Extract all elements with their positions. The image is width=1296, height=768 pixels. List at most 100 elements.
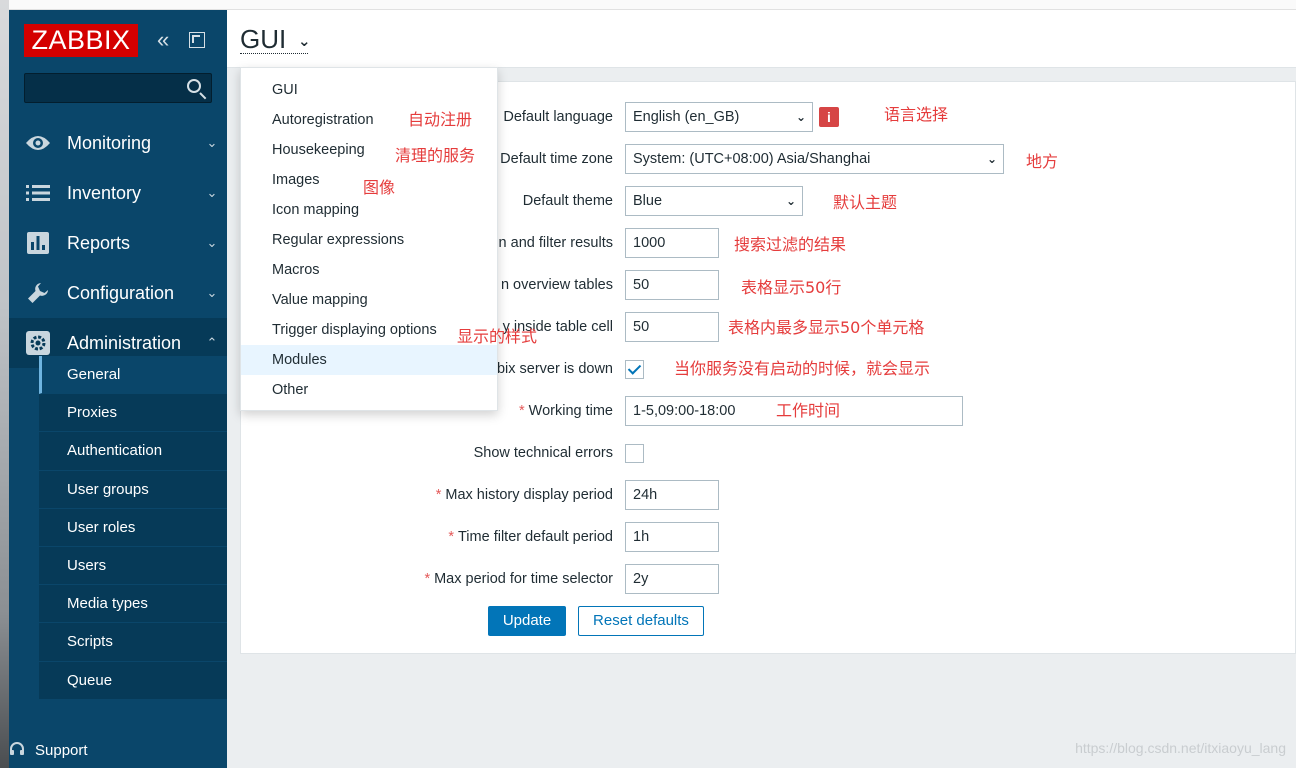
sidebar: ZABBIX « Monitoring ⌄ Inventory ⌄ Report… — [9, 10, 227, 768]
sidebar-item-configuration[interactable]: Configuration ⌄ — [9, 268, 227, 318]
field-label: * Max history display period — [436, 480, 613, 510]
submenu-item-media-types[interactable]: Media types — [39, 585, 227, 624]
annotation-search-results: 搜索过滤的结果 — [734, 235, 847, 254]
sidebar-search-input[interactable] — [24, 73, 212, 103]
annotation-images: 图像 — [363, 178, 396, 197]
annotation-table-cells: 表格内最多显示50个单元格 — [728, 318, 925, 337]
select-value: English (en_GB) — [633, 109, 740, 125]
sidebar-item-label: Support — [35, 741, 88, 759]
form-row-show-technical-errors: Show technical errors — [241, 438, 1296, 468]
dropdown-item-regular-expressions[interactable]: Regular expressions — [241, 225, 497, 255]
overview-limit-input[interactable]: 50 — [625, 270, 719, 300]
annotation-table-rows: 表格显示50行 — [741, 278, 842, 297]
bar-chart-icon — [9, 232, 67, 254]
sidebar-item-label: Reports — [67, 232, 131, 253]
table-cell-limit-input[interactable]: 50 — [625, 312, 719, 342]
max-history-period-input[interactable]: 24h — [625, 480, 719, 510]
label-text: Max period for time selector — [434, 571, 613, 587]
required-mark: * — [424, 571, 431, 587]
sidebar-item-label: Administration — [67, 332, 182, 353]
field-label: n and filter results — [498, 235, 613, 251]
chevron-up-icon: ⌃ — [206, 335, 218, 350]
dropdown-item-gui[interactable]: GUI — [241, 75, 497, 105]
show-technical-errors-checkbox[interactable] — [625, 444, 644, 463]
max-period-time-selector-input[interactable]: 2y — [625, 564, 719, 594]
administration-submenu: General Proxies Authentication User grou… — [9, 356, 227, 700]
form-row-max-period-time-selector: * Max period for time selector 2y — [241, 564, 1296, 594]
default-language-select[interactable]: English (en_GB) ⌄ — [625, 102, 813, 132]
kiosk-mode-icon[interactable] — [189, 32, 205, 48]
chevron-down-icon: ⌄ — [206, 285, 218, 300]
submenu-item-proxies[interactable]: Proxies — [39, 394, 227, 433]
wrench-icon — [9, 281, 67, 305]
eye-icon — [9, 133, 67, 153]
time-filter-default-period-input[interactable]: 1h — [625, 522, 719, 552]
label-text: Time filter default period — [457, 529, 613, 545]
submenu-item-user-groups[interactable]: User groups — [39, 470, 227, 509]
sidebar-item-support[interactable]: Support — [9, 732, 227, 768]
annotation-theme: 默认主题 — [833, 193, 898, 212]
reset-defaults-button[interactable]: Reset defaults — [578, 606, 704, 636]
default-theme-select[interactable]: Blue ⌄ — [625, 186, 803, 216]
label-text: Max history display period — [445, 487, 613, 503]
required-mark: * — [435, 487, 442, 503]
field-label: Show technical errors — [473, 445, 613, 461]
headset-icon — [9, 741, 25, 760]
dropdown-item-macros[interactable]: Macros — [241, 255, 497, 285]
annotation-housekeeping: 清理的服务 — [395, 146, 476, 165]
chevron-down-icon: ⌄ — [206, 185, 218, 200]
field-label: n overview tables — [500, 277, 613, 293]
sidebar-item-label: Monitoring — [67, 132, 152, 153]
select-value: Blue — [633, 193, 663, 209]
sidebar-item-inventory[interactable]: Inventory ⌄ — [9, 168, 227, 218]
submenu-item-general[interactable]: General — [39, 356, 227, 395]
field-label: * Working time — [519, 396, 613, 426]
dropdown-item-value-mapping[interactable]: Value mapping — [241, 285, 497, 315]
dropdown-item-other[interactable]: Other — [241, 375, 497, 405]
select-value: System: (UTC+08:00) Asia/Shanghai — [633, 151, 871, 167]
chevron-down-icon: ⌄ — [206, 135, 218, 150]
dropdown-item-icon-mapping[interactable]: Icon mapping — [241, 195, 497, 225]
list-icon — [9, 184, 67, 202]
required-mark: * — [519, 403, 525, 419]
form-row-max-history-period: * Max history display period 24h — [241, 480, 1296, 510]
field-label: * Max period for time selector — [424, 564, 613, 594]
field-label: Default theme — [522, 193, 613, 209]
annotation-trigger-style: 显示的样式 — [457, 327, 538, 346]
server-down-warning-checkbox[interactable] — [625, 360, 644, 379]
label-text: Working time — [528, 403, 613, 419]
default-time-zone-select[interactable]: System: (UTC+08:00) Asia/Shanghai ⌄ — [625, 144, 1004, 174]
watermark: https://blog.csdn.net/itxiaoyu_lang — [1075, 740, 1286, 756]
submenu-item-user-roles[interactable]: User roles — [39, 508, 227, 547]
update-button[interactable]: Update — [488, 606, 566, 636]
annotation-timezone: 地方 — [1026, 152, 1059, 171]
annotation-working-time: 工作时间 — [776, 401, 841, 420]
submenu-item-users[interactable]: Users — [39, 546, 227, 586]
background-window-strip — [0, 0, 9, 768]
field-label: * Time filter default period — [448, 522, 613, 552]
field-label: Default time zone — [500, 151, 613, 167]
submenu-item-authentication[interactable]: Authentication — [39, 432, 227, 471]
search-icon[interactable] — [187, 79, 201, 93]
sidebar-item-label: Configuration — [67, 282, 175, 303]
collapse-sidebar-icon[interactable]: « — [157, 28, 177, 52]
gear-icon — [9, 331, 67, 355]
required-mark: * — [448, 529, 454, 545]
info-icon[interactable]: i — [819, 107, 839, 127]
checkmark-icon — [627, 361, 642, 375]
sidebar-item-reports[interactable]: Reports ⌄ — [9, 218, 227, 268]
chevron-down-icon: ⌄ — [986, 152, 997, 166]
dropdown-item-modules[interactable]: Modules — [241, 345, 497, 375]
chevron-down-icon[interactable]: ⌄ — [298, 32, 311, 50]
form-row-time-filter-default-period: * Time filter default period 1h — [241, 522, 1296, 552]
submenu-item-scripts[interactable]: Scripts — [39, 623, 227, 662]
search-filter-limit-input[interactable]: 1000 — [625, 228, 719, 258]
zabbix-logo[interactable]: ZABBIX — [24, 24, 138, 57]
submenu-item-queue[interactable]: Queue — [39, 661, 227, 700]
page-header: GUI ⌄ — [227, 10, 1296, 68]
annotation-autoregistration: 自动注册 — [408, 110, 473, 129]
chevron-down-icon: ⌄ — [795, 110, 806, 124]
field-label: bix server is down — [496, 361, 613, 377]
browser-top-strip — [0, 0, 1296, 10]
sidebar-item-monitoring[interactable]: Monitoring ⌄ — [9, 118, 227, 168]
